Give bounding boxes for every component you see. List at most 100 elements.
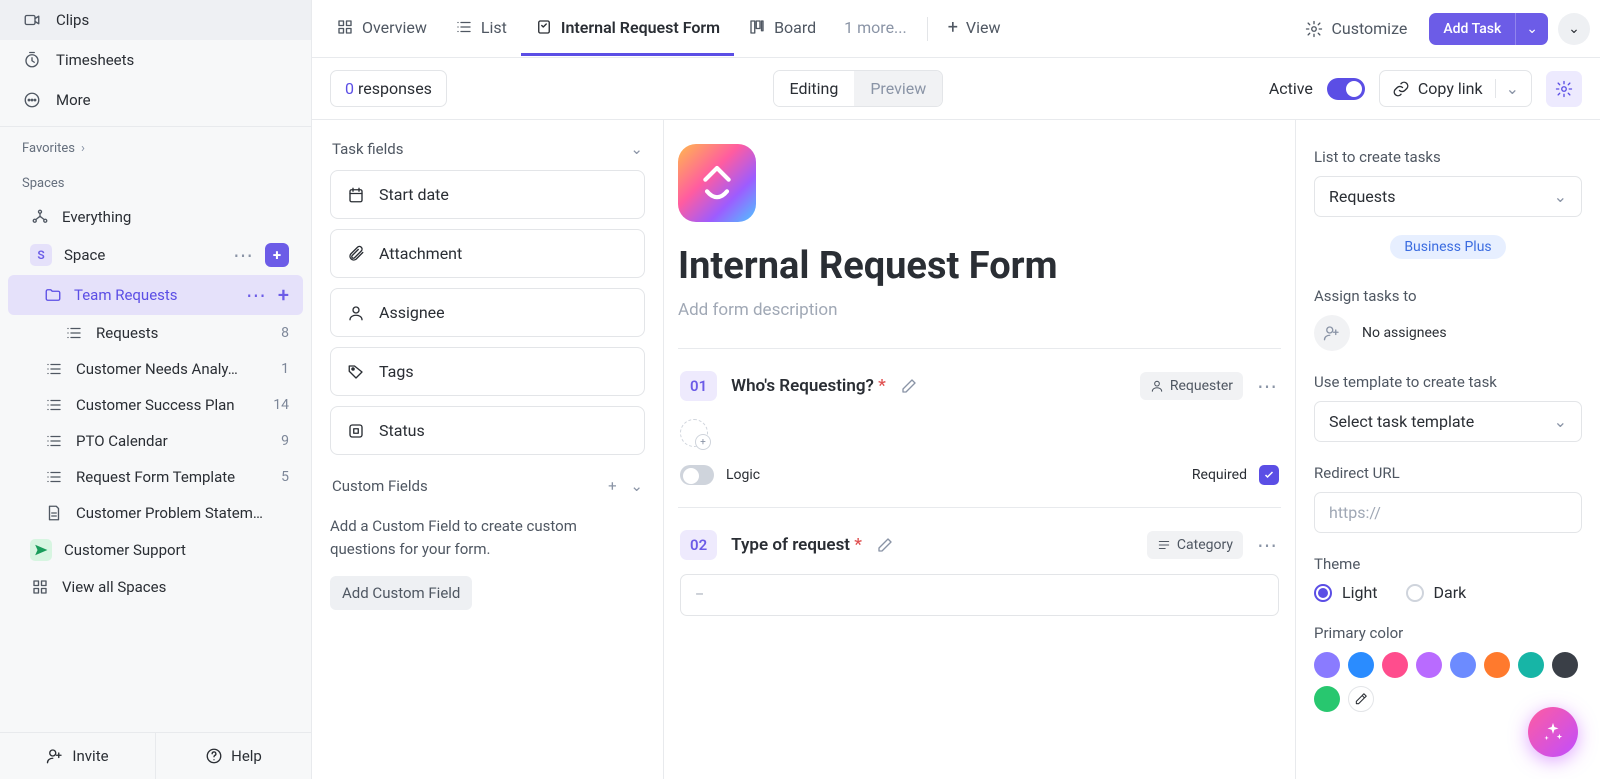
- assignee-placeholder[interactable]: [680, 419, 708, 447]
- field-start-date[interactable]: Start date: [330, 170, 645, 219]
- sidebar-item-customer-support[interactable]: Customer Support: [8, 531, 303, 569]
- more-icon[interactable]: ⋯: [246, 283, 268, 307]
- preview-tab[interactable]: Preview: [854, 71, 942, 106]
- doc-icon: [44, 503, 64, 523]
- sidebar-list-item[interactable]: Request Form Template 5: [8, 459, 303, 495]
- sidebar-list-item[interactable]: Customer Success Plan 14: [8, 387, 303, 423]
- copy-link-button[interactable]: Copy link ⌄: [1379, 70, 1532, 107]
- editing-tab[interactable]: Editing: [774, 71, 855, 106]
- sidebar-item-team-requests[interactable]: Team Requests ⋯ +: [8, 275, 303, 315]
- template-select[interactable]: Select task template ⌄: [1314, 401, 1582, 442]
- tab-overview[interactable]: Overview: [322, 2, 441, 56]
- sidebar-item-more[interactable]: More: [0, 80, 311, 120]
- tab-form[interactable]: Internal Request Form: [521, 2, 734, 56]
- edit-icon[interactable]: [900, 377, 918, 395]
- eyedropper-button[interactable]: [1348, 686, 1374, 712]
- field-status[interactable]: Status: [330, 406, 645, 455]
- value: Requests: [1329, 187, 1396, 206]
- count: 5: [281, 469, 289, 485]
- field-attachment[interactable]: Attachment: [330, 229, 645, 278]
- swatch[interactable]: [1484, 652, 1510, 678]
- ai-fab[interactable]: [1528, 707, 1578, 757]
- settings-button[interactable]: [1546, 71, 1582, 107]
- label: More: [56, 91, 91, 109]
- help-button[interactable]: Help: [155, 733, 311, 779]
- label: List to create tasks: [1314, 148, 1582, 166]
- add-button[interactable]: +: [265, 243, 289, 267]
- chevron-down-icon: ⌄: [1554, 412, 1567, 431]
- add-icon[interactable]: +: [608, 477, 617, 495]
- swatch[interactable]: [1314, 686, 1340, 712]
- sidebar-item-view-all[interactable]: View all Spaces: [8, 569, 303, 605]
- responses-button[interactable]: 0 responses: [330, 70, 447, 107]
- form-title[interactable]: Internal Request Form: [678, 244, 1281, 288]
- logic-toggle[interactable]: [680, 465, 714, 485]
- swatch[interactable]: [1382, 652, 1408, 678]
- question-number: 01: [680, 371, 717, 401]
- invite-button[interactable]: Invite: [0, 733, 155, 779]
- sidebar-item-timesheets[interactable]: Timesheets: [0, 40, 311, 80]
- chevron-down-icon: ⌄: [1568, 21, 1580, 37]
- label: Attachment: [379, 244, 462, 263]
- add-task-button[interactable]: Add Task ⌄: [1429, 13, 1548, 45]
- chevron-down-icon[interactable]: ⌄: [1515, 13, 1548, 45]
- swatch[interactable]: [1314, 652, 1340, 678]
- label: Customer Success Plan: [76, 396, 235, 414]
- task-fields-header[interactable]: Task fields ⌄: [330, 136, 645, 170]
- tab-list[interactable]: List: [441, 2, 521, 56]
- tab-board[interactable]: Board: [734, 2, 830, 56]
- customize-button[interactable]: Customize: [1293, 11, 1419, 46]
- swatch[interactable]: [1348, 652, 1374, 678]
- chevron-down-icon[interactable]: ⌄: [1495, 79, 1519, 98]
- theme-light-option[interactable]: Light: [1314, 583, 1378, 602]
- field-type-chip[interactable]: Requester: [1140, 372, 1243, 400]
- sidebar-item-everything[interactable]: Everything: [8, 199, 303, 235]
- sidebar-item-clips[interactable]: Clips: [0, 0, 311, 40]
- task-fields-panel: Task fields ⌄ Start date Attachment Assi…: [312, 120, 664, 779]
- swatch[interactable]: [1552, 652, 1578, 678]
- label: Customer Problem Statem…: [76, 504, 263, 522]
- spaces-section: Spaces: [0, 162, 311, 197]
- field-tags[interactable]: Tags: [330, 347, 645, 396]
- sidebar-item-requests[interactable]: Requests 8: [8, 315, 303, 351]
- required-checkbox[interactable]: [1259, 465, 1279, 485]
- form-description[interactable]: Add form description: [678, 300, 1281, 320]
- add-button[interactable]: +: [278, 283, 289, 307]
- tab-more[interactable]: 1 more...: [830, 2, 921, 56]
- assignee-select[interactable]: No assignees: [1314, 315, 1582, 351]
- label: Favorites: [22, 141, 75, 156]
- sidebar-list-item[interactable]: PTO Calendar 9: [8, 423, 303, 459]
- dropdown-placeholder[interactable]: –: [680, 574, 1279, 616]
- question-card-1[interactable]: 01 Who's Requesting? * Requester ⋯ Logic: [678, 348, 1281, 507]
- chevron-down-icon[interactable]: ⌄: [630, 477, 643, 495]
- settings-panel: List to create tasks Requests ⌄ Business…: [1296, 120, 1600, 779]
- swatch[interactable]: [1416, 652, 1442, 678]
- more-icon[interactable]: ⋯: [1257, 374, 1279, 398]
- stopwatch-icon: [22, 50, 42, 70]
- active-toggle[interactable]: [1327, 78, 1365, 100]
- question-card-2[interactable]: 02 Type of request * Category ⋯ –: [678, 507, 1281, 638]
- add-custom-field-button[interactable]: Add Custom Field: [330, 576, 472, 610]
- sidebar-list-item[interactable]: Customer Problem Statem…: [8, 495, 303, 531]
- redirect-input[interactable]: [1314, 492, 1582, 533]
- swatch[interactable]: [1450, 652, 1476, 678]
- list-icon: [64, 323, 84, 343]
- label: Spaces: [22, 176, 65, 191]
- favorites-section[interactable]: Favorites ›: [0, 127, 311, 162]
- list-select[interactable]: Requests ⌄: [1314, 176, 1582, 217]
- more-icon[interactable]: ⋯: [1257, 533, 1279, 557]
- field-type-chip[interactable]: Category: [1147, 531, 1243, 559]
- theme-dark-option[interactable]: Dark: [1406, 583, 1467, 602]
- label: PTO Calendar: [76, 432, 168, 450]
- label: Redirect URL: [1314, 464, 1582, 482]
- expand-button[interactable]: ⌄: [1558, 13, 1590, 45]
- swatch[interactable]: [1518, 652, 1544, 678]
- brand-logo: [678, 144, 756, 222]
- label: Overview: [362, 18, 427, 37]
- add-view[interactable]: + View: [934, 1, 1015, 57]
- field-assignee[interactable]: Assignee: [330, 288, 645, 337]
- more-icon[interactable]: ⋯: [233, 243, 255, 267]
- sidebar-list-item[interactable]: Customer Needs Analy… 1: [8, 351, 303, 387]
- sidebar-item-space[interactable]: S Space ⋯ +: [8, 235, 303, 275]
- edit-icon[interactable]: [876, 536, 894, 554]
